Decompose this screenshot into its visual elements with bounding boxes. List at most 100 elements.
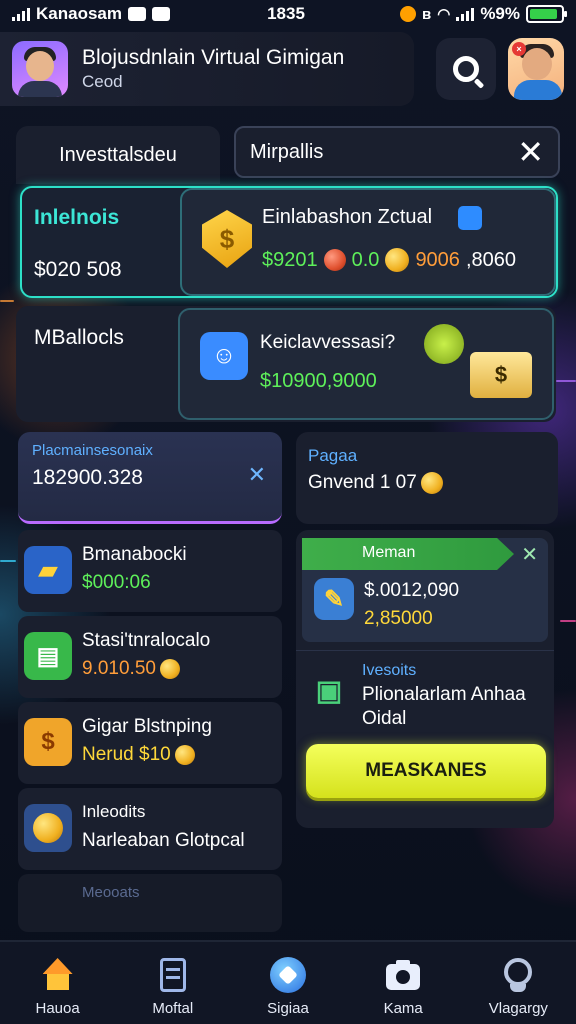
robot-icon: ☺ <box>200 332 248 380</box>
coin-badge-icon <box>24 804 72 852</box>
coin-icon <box>385 248 410 272</box>
app-header: Blojusdnlain Virtual Gimigan Ceod <box>0 32 414 106</box>
value-2: 0.0 <box>351 248 380 271</box>
bottom-nav: Hauoa Moftal Sigiaa Kama Vlagargy <box>0 940 576 1024</box>
carrier-label: Kanaosam <box>36 4 122 23</box>
document-icon: ✎ <box>314 578 354 620</box>
card-detail-panel: ☺ Keiclavvessasi? $10900,9000 $ <box>178 308 554 420</box>
nav-item-camera[interactable]: Kama <box>353 956 453 1017</box>
list-item-value: $000:06 <box>82 572 151 593</box>
gear-icon <box>424 324 464 364</box>
value-3: 9006 <box>415 248 460 271</box>
info-icon[interactable] <box>458 206 482 230</box>
rocket-icon <box>269 956 307 994</box>
notification-badge: × <box>512 42 526 56</box>
note-text-line1: Plionalarlam Anhaa <box>362 684 526 705</box>
card-value: $10900,9000 <box>260 370 377 392</box>
note-text-line2: Oidal <box>362 708 407 729</box>
search-icon <box>453 56 479 82</box>
pagaa-value-row: Gnvend 1 07 <box>308 472 443 494</box>
card-label: MBallocls <box>34 326 124 349</box>
divider <box>296 650 554 651</box>
list-item-value: Narleaban Glotpcal <box>82 830 245 851</box>
balance-label: Placmainsesonaix <box>32 442 153 459</box>
nav-label: Vlagargy <box>488 1000 548 1017</box>
card-detail-panel: $ Einlabashon Zctual $9201 0.0 9006 ,806… <box>180 188 556 296</box>
gift-icon: $ <box>24 718 72 766</box>
list-footer-label: Meooats <box>82 884 140 901</box>
nav-label: Sigiaa <box>267 1000 309 1017</box>
list-item[interactable]: $ Gigar Blstnping Nerud $10 <box>18 702 282 784</box>
list-item-title: Bmanabocki <box>82 544 187 565</box>
list-item[interactable]: ▤ Stasi'tnralocalo 9.010.50 <box>18 616 282 698</box>
battery-icon <box>526 5 567 23</box>
hotspot-icon <box>399 6 416 22</box>
nav-label: Kama <box>383 1000 423 1017</box>
pagaa-value: Gnvend 1 07 <box>308 472 417 493</box>
light-streak <box>556 380 576 382</box>
nav-item-launch[interactable]: Sigiaa <box>238 956 338 1017</box>
ticket-icon: ▤ <box>24 632 72 680</box>
value-1: $9201 <box>262 248 318 271</box>
nav-item-home[interactable]: Hauoa <box>8 956 108 1017</box>
bluetooth-icon: ʙ <box>421 5 432 23</box>
balance-card[interactable]: Placmainsesonaix 182900.328 ✕ <box>18 432 282 524</box>
list-item-title: Inleodits <box>82 802 146 821</box>
gold-bar-icon: ▰ <box>24 546 72 594</box>
list-item-title: Gigar Blstnping <box>82 716 212 737</box>
nav-label: Moftal <box>152 1000 194 1017</box>
cellular-icon <box>456 7 475 21</box>
avatar[interactable] <box>12 41 68 97</box>
clipboard-icon <box>154 956 192 994</box>
status-bar: Kanaosam 1835 ʙ ◠ %9% <box>0 0 576 28</box>
value-4: ,8060 <box>465 248 516 271</box>
pagaa-card[interactable]: Pagaa Gnvend 1 07 <box>296 432 558 524</box>
reward-value-2: 2,85000 <box>364 608 433 629</box>
nav-label: Hauoa <box>35 1000 80 1017</box>
clock: 1835 <box>267 4 305 23</box>
light-streak <box>0 300 14 302</box>
close-icon[interactable]: ✕ <box>248 462 266 488</box>
home-icon <box>39 956 77 994</box>
nav-item-portfolio[interactable]: Moftal <box>123 956 223 1017</box>
card-title: Keiclavvessasi? <box>260 332 396 353</box>
card-values: $9201 0.0 9006 ,8060 <box>262 248 516 272</box>
signal-icon <box>12 7 30 21</box>
banner-label: Meman <box>362 544 416 561</box>
reward-banner: Meman <box>302 538 514 570</box>
app-notification-icon <box>151 7 170 21</box>
reward-card[interactable]: Meman ✕ ✎ $.0012,090 2,85000 <box>302 538 548 642</box>
investment-card[interactable]: MBallocls ☺ Keiclavvessasi? $10900,9000 … <box>16 306 556 422</box>
cash-box-icon: $ <box>470 352 532 398</box>
coin-icon <box>420 472 443 494</box>
balance-value: 182900.328 <box>32 466 143 489</box>
list-item-value: 9.010.50 <box>82 658 156 679</box>
filter-chip[interactable]: Mirpallis ✕ <box>234 126 560 178</box>
coin-icon <box>159 659 180 679</box>
list-item[interactable]: Meooats <box>18 874 282 932</box>
gold-shield-icon: $ <box>202 210 252 268</box>
measkanes-button[interactable]: MEASKANES <box>306 744 546 798</box>
list-item[interactable]: ▰ Bmanabocki $000:06 <box>18 530 282 612</box>
profile-icon <box>499 956 537 994</box>
nav-item-profile[interactable]: Vlagargy <box>468 956 568 1017</box>
featured-investment-card[interactable]: Inlelnois $020 508 $ Einlabashon Zctual … <box>20 186 558 298</box>
profile-button[interactable]: × <box>508 38 564 100</box>
computer-icon: ▣ <box>315 674 343 706</box>
card-label: Inlelnois <box>34 206 120 229</box>
page-title: Blojusdnlain Virtual Gimigan <box>82 46 345 69</box>
battery-percent: %9% <box>480 4 520 23</box>
list-item-value-row: 9.010.50 <box>82 658 180 680</box>
close-icon[interactable]: ✕ <box>517 136 544 168</box>
pagaa-label: Pagaa <box>308 446 358 465</box>
card-amount: $020 508 <box>34 258 122 281</box>
coin-icon <box>174 745 195 765</box>
wifi-icon: ◠ <box>437 6 451 23</box>
search-button[interactable] <box>436 38 496 100</box>
close-icon[interactable]: ✕ <box>521 542 538 567</box>
light-streak <box>0 560 16 562</box>
light-streak <box>560 620 576 622</box>
card-title: Einlabashon Zctual <box>262 206 433 228</box>
tab-investments[interactable]: Investtalsdeu <box>16 126 220 184</box>
list-item[interactable]: Inleodits Narleaban Glotpcal <box>18 788 282 870</box>
